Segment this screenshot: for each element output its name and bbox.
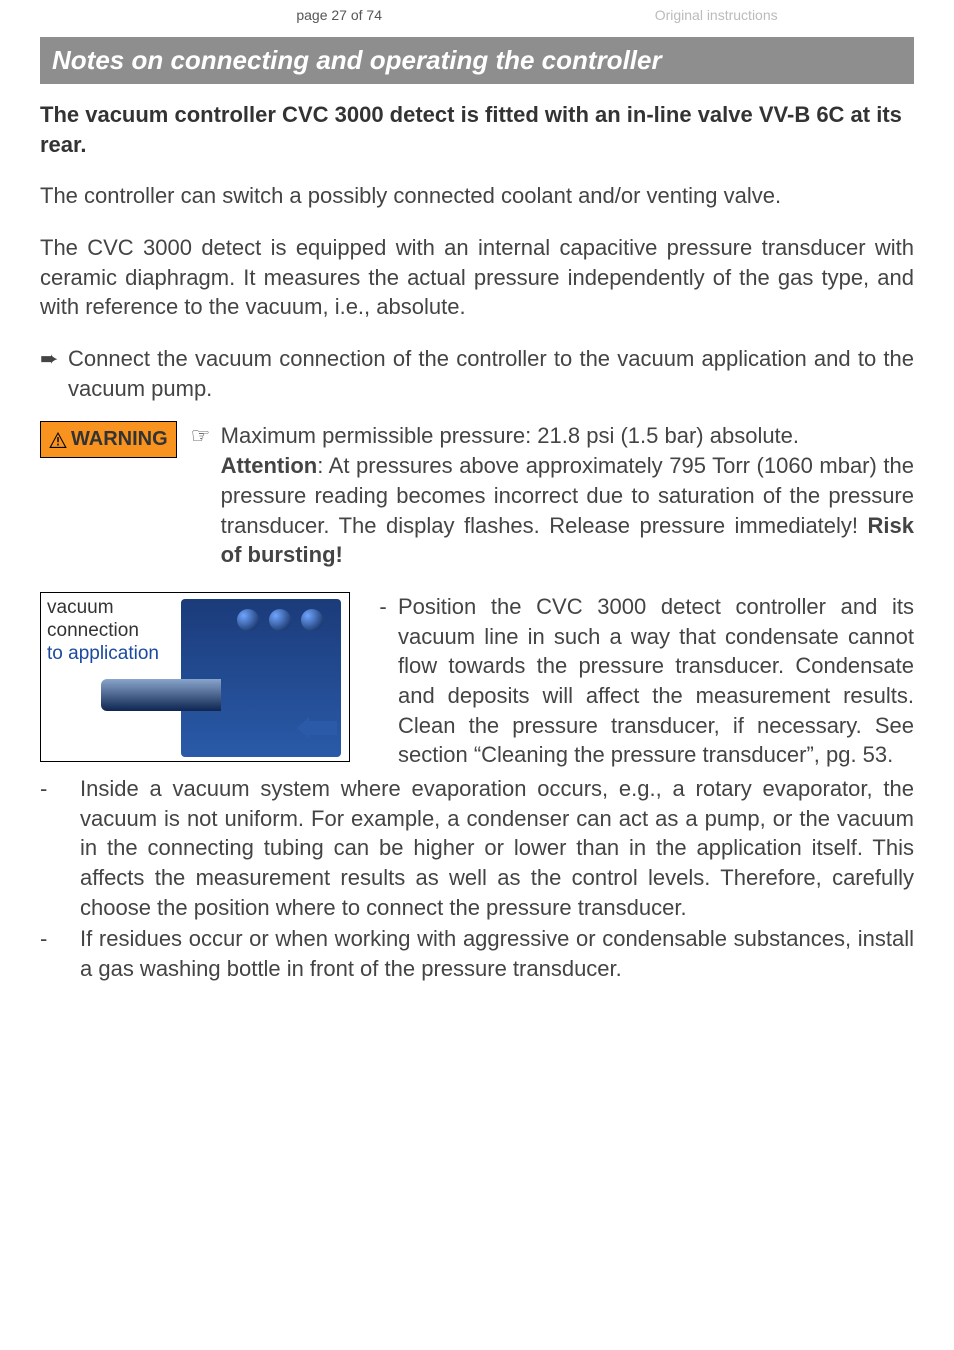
pointing-hand-icon: ☞: [191, 421, 221, 569]
dash-marker: -: [40, 774, 80, 922]
header-right-text: Original instructions: [655, 6, 778, 25]
dash-item-text: If residues occur or when working with a…: [80, 924, 914, 983]
warning-triangle-icon: [49, 432, 67, 448]
warning-badge: WARNING: [40, 421, 177, 458]
arrow-text: Connect the vacuum connection of the con…: [68, 344, 914, 403]
paragraph-transducer: The CVC 3000 detect is equipped with an …: [40, 233, 914, 322]
warning-text: ☞ Maximum permissible pressure: 21.8 psi…: [191, 421, 914, 569]
intro-bold: The vacuum controller CVC 3000 detect is…: [40, 100, 914, 159]
dash-item-text: Inside a vacuum system where evaporation…: [80, 774, 914, 922]
device-figure: vacuum connection to application: [40, 592, 350, 762]
dash-marker: -: [40, 924, 80, 983]
left-arrow-icon: [297, 717, 337, 739]
section-title: Notes on connecting and operating the co…: [40, 37, 914, 84]
warning-line1: Maximum permissible pressure: 21.8 psi (…: [221, 423, 799, 448]
device-port: [101, 679, 221, 711]
figure-caption: vacuum connection to application: [47, 597, 159, 665]
warning-block: WARNING ☞ Maximum permissible pressure: …: [40, 421, 914, 569]
warning-body: Maximum permissible pressure: 21.8 psi (…: [221, 421, 914, 569]
warning-line2: Attention: At pressures above approximat…: [221, 453, 914, 567]
device-knobs: [237, 609, 323, 631]
arrow-instruction: ➨ Connect the vacuum connection of the c…: [40, 344, 914, 403]
page-indicator: page 27 of 74: [296, 6, 382, 25]
dash-list: - Inside a vacuum system where evaporati…: [40, 774, 914, 984]
dash-marker: -: [368, 592, 398, 770]
dash-item: - Inside a vacuum system where evaporati…: [40, 774, 914, 922]
page-header: page 27 of 74 Original instructions: [0, 0, 954, 27]
figure-text-block: - Position the CVC 3000 detect controlle…: [368, 592, 914, 770]
figure-row: vacuum connection to application - Posit…: [40, 592, 914, 770]
paragraph-coolant: The controller can switch a possibly con…: [40, 181, 914, 211]
figure-caption-line-2: connection: [47, 620, 159, 643]
figure-caption-line-3: to application: [47, 643, 159, 666]
figure-bullet-text: Position the CVC 3000 detect controller …: [398, 592, 914, 770]
page-body: Notes on connecting and operating the co…: [0, 27, 954, 1024]
arrow-icon: ➨: [40, 344, 68, 403]
dash-item: - If residues occur or when working with…: [40, 924, 914, 983]
warning-label-text: WARNING: [71, 426, 168, 453]
figure-caption-line-1: vacuum: [47, 597, 159, 620]
